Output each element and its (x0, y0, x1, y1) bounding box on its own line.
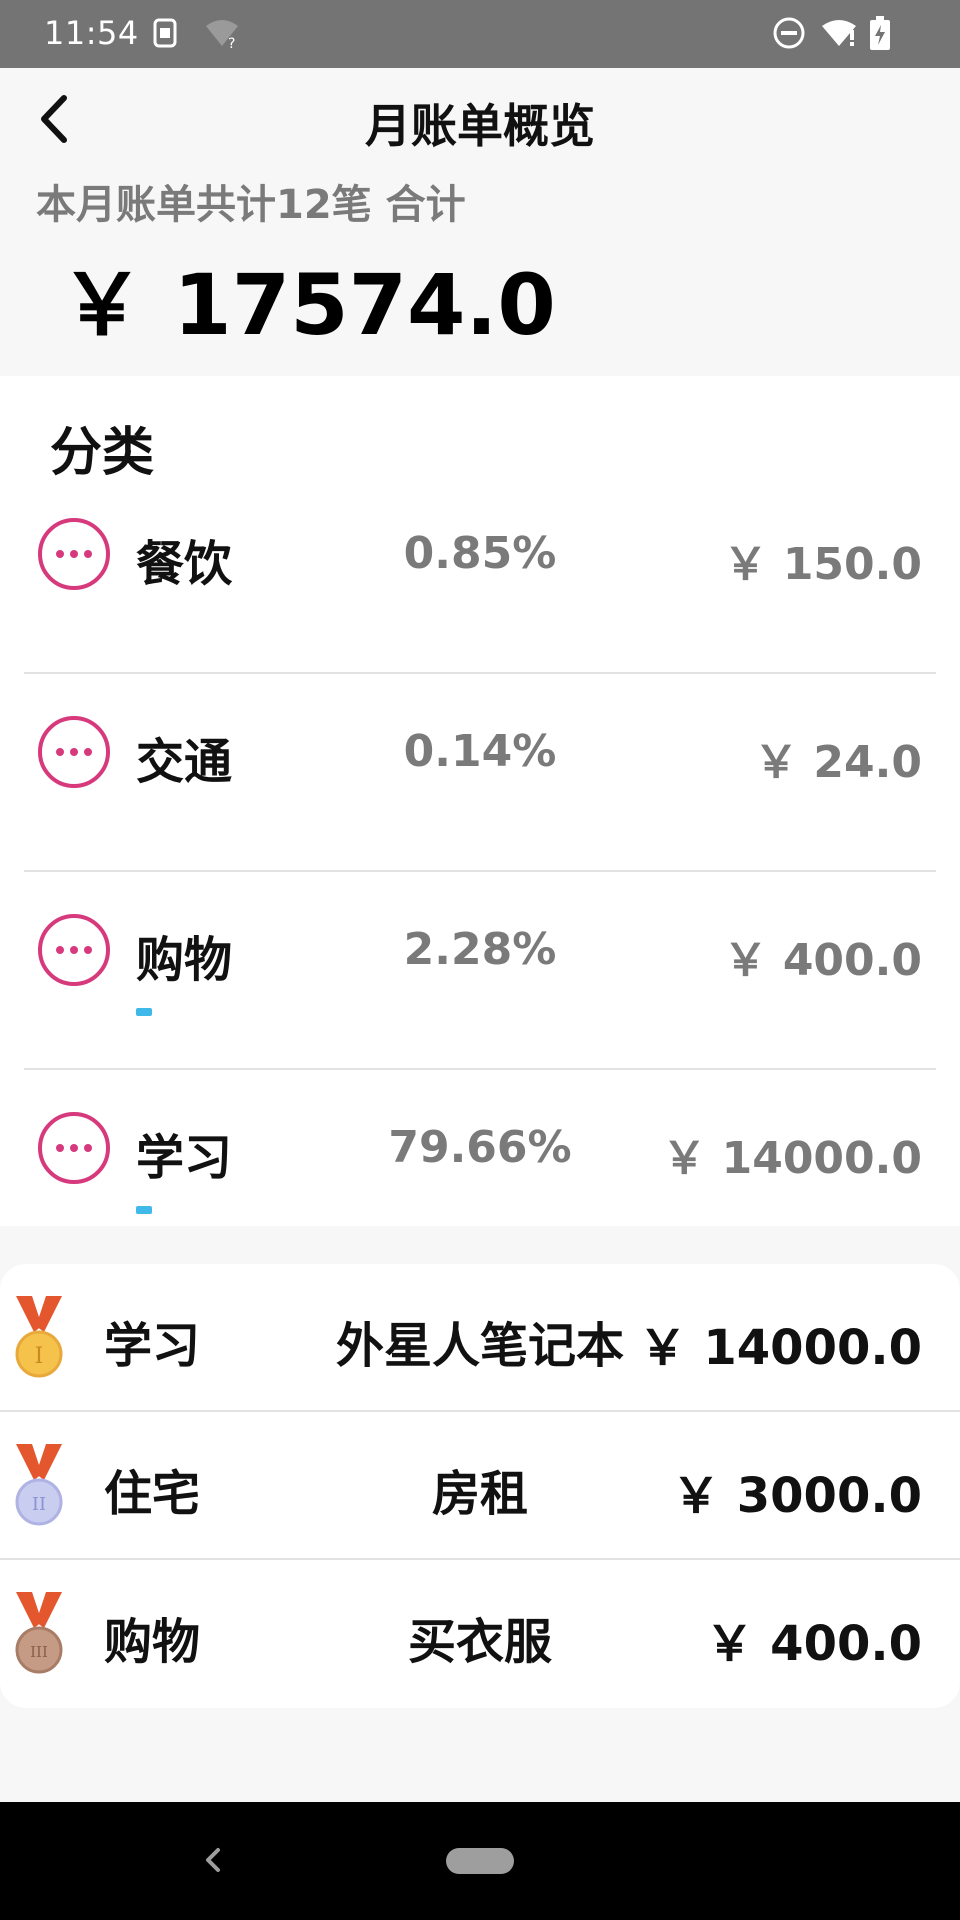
wifi-alert-icon (822, 20, 856, 46)
ranking-description: 买衣服 (407, 1614, 552, 1670)
category-amount: ￥ 24.0 (754, 737, 922, 788)
category-amount: ￥ 14000.0 (662, 1133, 922, 1184)
category-panel[interactable]: 分类 餐饮 0.85% ￥ 150.0 交通 0.14% ￥ 24.0 购物 2… (0, 376, 960, 1226)
gold-medal-icon: I (15, 1296, 63, 1378)
ranking-category: 住宅 (104, 1466, 201, 1522)
ranking-category: 学习 (104, 1318, 201, 1374)
more-circle-icon (38, 518, 110, 590)
category-amount: ￥ 400.0 (723, 935, 923, 986)
category-heading: 分类 (50, 423, 155, 483)
ranking-amount: ￥ 400.0 (705, 1616, 922, 1672)
top-expense-ranking: I 学习 外星人笔记本 ￥ 14000.0 II 住宅 房租 ￥ 3000.0 … (0, 1264, 960, 1708)
ranking-amount: ￥ 3000.0 (672, 1468, 922, 1524)
page-title: 月账单概览 (365, 99, 595, 153)
ranking-row[interactable]: I 学习 外星人笔记本 ￥ 14000.0 (0, 1264, 960, 1412)
navigation-bar (0, 1802, 960, 1920)
svg-text:III: III (30, 1643, 48, 1661)
category-row[interactable]: 交通 0.14% ￥ 24.0 (0, 674, 960, 872)
category-list[interactable]: 餐饮 0.85% ￥ 150.0 交通 0.14% ￥ 24.0 购物 2.28… (0, 476, 960, 1226)
wifi-question-icon: ? (206, 20, 238, 50)
category-percent: 0.14% (403, 726, 557, 777)
category-percent: 79.66% (388, 1122, 572, 1173)
ranking-category: 购物 (104, 1614, 201, 1670)
more-circle-icon (38, 1112, 110, 1184)
bill-summary-header: 月账单概览 本月账单共计12笔 合计 ￥ 17574.0 (0, 68, 960, 376)
category-share-bar (136, 1008, 152, 1016)
total-amount: ￥ 17574.0 (60, 256, 556, 354)
nav-back-icon[interactable] (198, 1838, 228, 1882)
more-circle-icon (38, 914, 110, 986)
category-row[interactable]: 餐饮 0.85% ￥ 150.0 (0, 476, 960, 674)
category-name: 购物 (136, 932, 233, 988)
svg-text:?: ? (228, 36, 235, 50)
ranking-description: 外星人笔记本 (335, 1318, 624, 1374)
category-percent: 0.85% (403, 528, 557, 579)
battery-charging-icon (870, 16, 890, 50)
category-name: 学习 (136, 1130, 233, 1186)
ranking-row[interactable]: III 购物 买衣服 ￥ 400.0 (0, 1560, 960, 1708)
ranking-amount: ￥ 14000.0 (638, 1320, 922, 1376)
ranking-row[interactable]: II 住宅 房租 ￥ 3000.0 (0, 1412, 960, 1560)
sim-icon (153, 18, 177, 48)
svg-text:I: I (35, 1344, 44, 1369)
category-name: 交通 (136, 734, 233, 790)
silver-medal-icon: II (15, 1444, 63, 1526)
ranking-description: 房租 (431, 1466, 528, 1522)
bronze-medal-icon: III (15, 1592, 63, 1674)
svg-text:II: II (32, 1494, 46, 1515)
category-percent: 2.28% (403, 924, 557, 975)
category-share-bar (136, 1206, 152, 1214)
category-name: 餐饮 (136, 536, 233, 592)
bill-count-summary: 本月账单共计12笔 合计 (36, 182, 466, 228)
nav-home-pill[interactable] (446, 1848, 514, 1874)
dnd-icon (773, 17, 805, 49)
category-amount: ￥ 150.0 (723, 539, 923, 590)
status-time: 11:54 (44, 14, 139, 52)
category-row[interactable]: 学习 79.66% ￥ 14000.0 (0, 1070, 960, 1226)
status-bar: 11:54 ? (0, 0, 960, 68)
more-circle-icon (38, 716, 110, 788)
category-row[interactable]: 购物 2.28% ￥ 400.0 (0, 872, 960, 1070)
